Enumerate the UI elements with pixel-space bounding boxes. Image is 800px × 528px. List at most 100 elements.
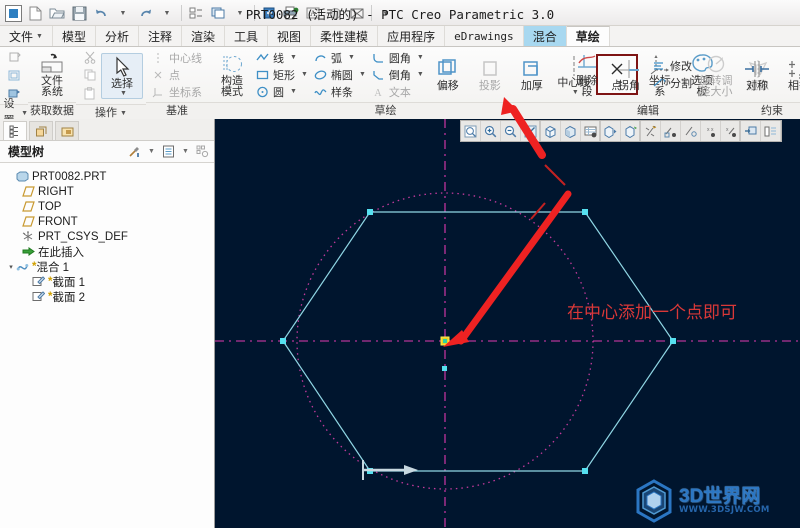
delete-segment-label-1: 删除	[576, 74, 598, 87]
tree-item-section-2[interactable]: * 截面 2	[0, 289, 214, 304]
tab-sketch[interactable]: 草绘	[566, 26, 610, 46]
chevron-down-icon[interactable]: ▼	[359, 71, 366, 78]
sketch-view-icon[interactable]	[5, 67, 23, 84]
sketch-setup-icon[interactable]	[5, 49, 23, 66]
copy-icon[interactable]	[81, 67, 99, 84]
tree-item-csys[interactable]: PRT_CSYS_DEF	[0, 229, 214, 244]
graphics-area[interactable]: xx x 在中心添加一个点即可 3D世界网 WWW.3DSJW.COM	[215, 119, 800, 528]
cut-icon[interactable]	[81, 49, 99, 66]
arc-button[interactable]: 弧 ▼	[311, 49, 369, 66]
paste-icon[interactable]	[81, 85, 99, 102]
rotate-resize-label-2: 整大小	[699, 85, 733, 98]
rectangle-button[interactable]: 矩形 ▼	[253, 66, 311, 83]
spline-button[interactable]: 样条	[311, 83, 369, 100]
folder-browser-tab[interactable]	[55, 121, 79, 140]
display-style-shaded-icon[interactable]	[541, 121, 561, 141]
saved-views-icon[interactable]	[581, 121, 601, 141]
chevron-down-icon[interactable]: ▼	[417, 71, 424, 78]
rotate-resize-button[interactable]: 旋转调 整大小	[695, 51, 737, 99]
tab-blend[interactable]: 混合	[523, 26, 567, 46]
layer-display-icon[interactable]	[761, 121, 781, 141]
tree-item-blend[interactable]: ▾ * 混合 1	[0, 259, 214, 274]
point-display-icon[interactable]: x	[721, 121, 741, 141]
line-button[interactable]: 线 ▼	[253, 49, 311, 66]
display-style-icon[interactable]	[561, 121, 581, 141]
model-tree-tab[interactable]	[3, 121, 27, 140]
tab-analysis[interactable]: 分析	[96, 26, 139, 46]
ellipse-button[interactable]: 椭圆 ▼	[311, 66, 369, 83]
annotation-display-icon[interactable]	[641, 121, 661, 141]
tab-file[interactable]: 文件 ▼	[0, 26, 53, 46]
tab-tools[interactable]: 工具	[225, 26, 269, 46]
chamfer-button[interactable]: 倒角 ▼	[369, 66, 427, 83]
tab-flexible-modeling[interactable]: 柔性建模	[311, 26, 379, 46]
tree-item-insert-here[interactable]: 在此插入	[0, 244, 214, 259]
circle-button[interactable]: 圆 ▼	[253, 83, 311, 100]
offset-button[interactable]: 偏移	[427, 56, 469, 93]
delete-segment-button[interactable]: 删除 段	[566, 51, 608, 99]
tree-display-icon[interactable]	[161, 144, 176, 159]
select-button[interactable]: 选择 ▼	[101, 52, 143, 99]
tab-render[interactable]: 渲染	[182, 26, 226, 46]
project-button[interactable]: 投影	[469, 56, 511, 93]
equal-button[interactable]: 相等	[778, 56, 800, 93]
centerline-datum-button[interactable]: 中心线	[149, 49, 205, 66]
plane-display-icon[interactable]	[681, 121, 701, 141]
tree-item-section-1[interactable]: * 截面 1	[0, 274, 214, 289]
construction-mode-button[interactable]: 构造 模式	[211, 51, 253, 99]
sketch-canvas[interactable]	[215, 119, 800, 528]
thicken-button[interactable]: 加厚	[511, 56, 553, 93]
corner-button[interactable]: 拐角	[608, 56, 650, 93]
svg-text:x: x	[726, 127, 729, 133]
tab-edrawings[interactable]: eDrawings	[445, 26, 524, 46]
coord-system-datum-button[interactable]: 坐标系	[149, 83, 205, 100]
fillet-icon	[372, 52, 386, 64]
tree-settings-caret-icon[interactable]: ▼	[144, 144, 159, 159]
zoom-out-icon[interactable]	[501, 121, 521, 141]
point-datum-button[interactable]: 点	[149, 66, 205, 83]
center-point[interactable]	[443, 339, 447, 343]
fillet-button[interactable]: 圆角 ▼	[369, 49, 427, 66]
layer-tree-tab[interactable]	[29, 121, 53, 140]
symmetric-button[interactable]: 对称	[736, 56, 778, 93]
csys-display-icon[interactable]	[741, 121, 761, 141]
sketch-primitives-col-3: 圆角 ▼ 倒角 ▼ A 文本	[369, 49, 427, 100]
arrow-cursor-icon	[112, 55, 132, 79]
text-button[interactable]: A 文本	[369, 83, 427, 100]
tree-item-part[interactable]: PRT0082.PRT	[0, 169, 214, 184]
line-icon	[256, 52, 270, 64]
delete-segment-icon	[575, 52, 599, 76]
tree-item-right-plane[interactable]: RIGHT	[0, 184, 214, 199]
refit-icon[interactable]	[521, 121, 541, 141]
tree-twisty[interactable]: ▾	[6, 263, 16, 271]
tree-item-front-plane[interactable]: FRONT	[0, 214, 214, 229]
centerline-datum-label: 中心线	[169, 52, 202, 65]
chevron-down-icon[interactable]: ▼	[120, 90, 127, 97]
chevron-down-icon[interactable]: ▼	[301, 71, 308, 78]
divide-button[interactable]: 分割	[650, 75, 695, 92]
tab-applications[interactable]: 应用程序	[378, 26, 446, 46]
modify-button[interactable]: 修改	[650, 58, 695, 75]
tree-settings-icon[interactable]	[127, 144, 142, 159]
ribbon-group-constrain: 对称 相等 约束	[733, 47, 800, 119]
chevron-down-icon[interactable]: ▼	[290, 54, 297, 61]
sketch-direction-arrow	[362, 460, 418, 480]
tab-annotate[interactable]: 注释	[139, 26, 182, 46]
tree-display-caret-icon[interactable]: ▼	[178, 144, 193, 159]
zoom-in-icon[interactable]	[481, 121, 501, 141]
datum-display-icon[interactable]	[621, 121, 641, 141]
file-system-button[interactable]: 文件 系统	[31, 51, 73, 99]
tree-filter-icon[interactable]	[195, 144, 210, 159]
spin-center-icon[interactable]	[661, 121, 681, 141]
zoom-window-icon[interactable]	[461, 121, 481, 141]
chevron-down-icon[interactable]: ▼	[348, 54, 355, 61]
operations-mini-buttons	[79, 49, 101, 102]
tab-view[interactable]: 视图	[268, 26, 312, 46]
axis-display-icon[interactable]: xx	[701, 121, 721, 141]
view-manager-icon[interactable]	[601, 121, 621, 141]
tab-model[interactable]: 模型	[53, 26, 96, 46]
chevron-down-icon[interactable]: ▼	[417, 54, 424, 61]
lower-center-vertex[interactable]	[442, 366, 447, 371]
tree-item-top-plane[interactable]: TOP	[0, 199, 214, 214]
chevron-down-icon[interactable]: ▼	[290, 88, 297, 95]
